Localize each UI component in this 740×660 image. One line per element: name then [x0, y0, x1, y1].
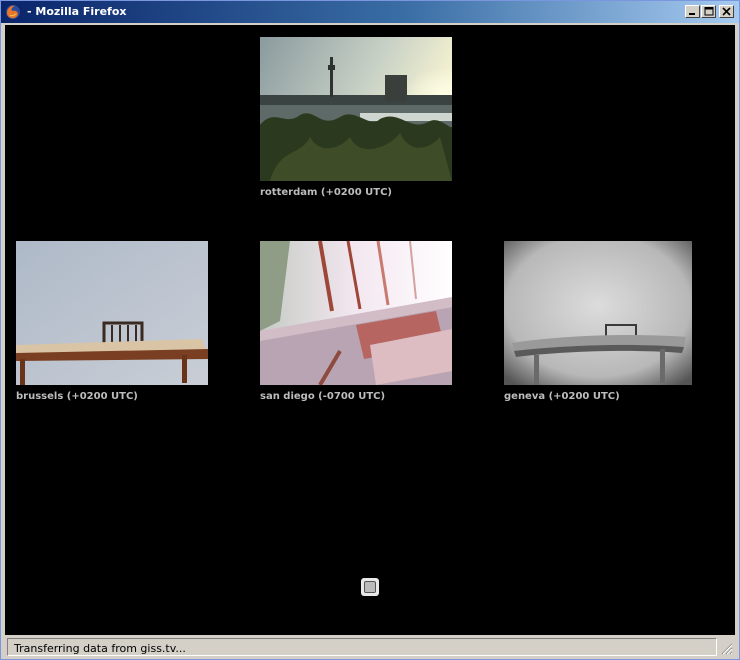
webcam-label: san diego (-0700 UTC): [260, 391, 386, 402]
status-panel: Transferring data from giss.tv...: [7, 638, 717, 656]
maximize-icon: [704, 7, 714, 16]
page-content: rotterdam (+0200 UTC) brussels (+0200 UT…: [5, 25, 735, 635]
minimize-icon: [689, 13, 695, 15]
webcam-rotterdam[interactable]: rotterdam (+0200 UTC): [260, 37, 452, 207]
status-bar: Transferring data from giss.tv...: [5, 637, 735, 657]
minimize-button[interactable]: [685, 5, 700, 18]
title-bar[interactable]: - Mozilla Firefox: [1, 1, 739, 23]
loading-icon: [361, 578, 379, 596]
window-title: - Mozilla Firefox: [27, 5, 127, 18]
webcam-image-san-diego: [260, 241, 452, 385]
webcam-brussels[interactable]: brussels (+0200 UTC): [16, 241, 208, 411]
status-text: Transferring data from giss.tv...: [14, 642, 186, 655]
resize-grip-icon[interactable]: [721, 643, 733, 655]
maximize-button[interactable]: [701, 5, 716, 18]
webcam-label: geneva (+0200 UTC): [504, 391, 620, 402]
webcam-image-geneva: [504, 241, 692, 385]
browser-window: - Mozilla Firefox rotterdam (+0200 UTC) …: [0, 0, 740, 660]
close-icon: [722, 7, 731, 16]
webcam-label: brussels (+0200 UTC): [16, 391, 138, 402]
firefox-icon: [6, 5, 20, 19]
webcam-image-brussels: [16, 241, 208, 385]
close-button[interactable]: [719, 5, 734, 18]
webcam-label: rotterdam (+0200 UTC): [260, 187, 392, 198]
webcam-san-diego[interactable]: san diego (-0700 UTC): [260, 241, 452, 411]
webcam-image-rotterdam: [260, 37, 452, 181]
webcam-geneva[interactable]: geneva (+0200 UTC): [504, 241, 696, 411]
